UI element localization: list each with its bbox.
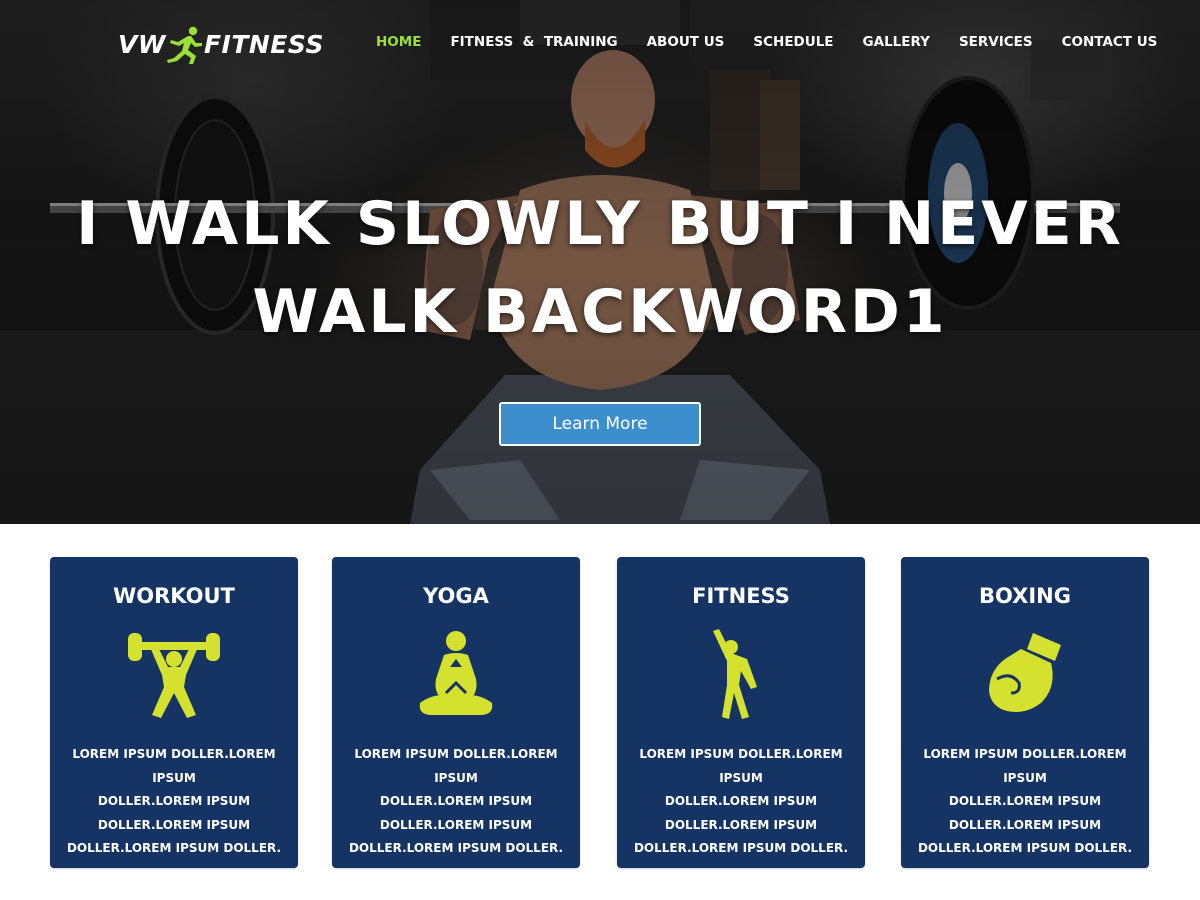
hero-title-line-2: WALK BACKWORD1 [252,277,948,347]
boxing-glove-icon [989,633,1061,712]
card-title: BOXING [979,584,1071,608]
logo-text-fitness: FITNESS [203,29,324,59]
card-text-line: LOREM IPSUM DOLLER.LOREM IPSUM [923,747,1127,785]
nav-gallery[interactable]: GALLERY [863,34,930,50]
nav-contact-us[interactable]: CONTACT US [1062,34,1158,50]
card-description: LOREM IPSUM DOLLER.LOREM IPSUM DOLLER.LO… [56,743,292,861]
nav-fitness-training[interactable]: FITNESS & TRAINING [450,34,617,50]
nav-home[interactable]: HOME [376,34,421,50]
hero-banner: VW FITNESS HOME FITNESS & TRAINING ABOUT… [0,0,1200,524]
card-text-line: DOLLER.LOREM IPSUM [664,794,818,808]
card-text-line: DOLLER.LOREM IPSUM DOLLER. [66,841,282,855]
card-text-line: DOLLER.LOREM IPSUM DOLLER. [633,841,849,855]
card-text-line: DOLLER.LOREM IPSUM [97,794,251,808]
card-text-line: LOREM IPSUM DOLLER.LOREM IPSUM [354,747,558,785]
logo-text-vw: VW [118,29,166,59]
weightlifter-icon [128,633,220,718]
service-card-workout[interactable]: WORKOUT LOREM IPSUM DOLLER.LOREM IPSUM D… [50,557,298,868]
card-text-line: DOLLER.LOREM IPSUM [664,817,818,832]
service-card-yoga[interactable]: YOGA LOREM IPSUM DOLLER.LOREM IPSUM DOLL… [332,557,580,868]
hero-title-line-1: I WALK SLOWLY BUT I NEVER [76,189,1124,259]
card-text-line: DOLLER.LOREM IPSUM [379,794,533,808]
service-card-boxing[interactable]: BOXING LOREM IPSUM DOLLER.LOREM IPSUM DO… [901,557,1149,868]
card-text-line: LOREM IPSUM DOLLER.LOREM IPSUM [639,747,843,785]
nav-services[interactable]: SERVICES [959,34,1033,50]
hero-title: I WALK SLOWLY BUT I NEVER WALK BACKWORD1 [40,180,1160,356]
card-title: FITNESS [692,584,790,608]
card-text-line: LOREM IPSUM DOLLER.LOREM IPSUM [72,747,276,785]
card-description: LOREM IPSUM DOLLER.LOREM IPSUM DOLLER.LO… [338,743,574,861]
learn-more-button[interactable]: Learn More [499,402,701,446]
card-title: WORKOUT [113,584,235,608]
card-title: YOGA [423,584,489,608]
card-text-line: DOLLER.LOREM IPSUM [948,817,1102,832]
yoga-meditation-icon [419,631,493,715]
service-card-fitness[interactable]: FITNESS LOREM IPSUM DOLLER.LOREM IPSUM D… [617,557,865,868]
card-text-line: DOLLER.LOREM IPSUM DOLLER. [917,841,1133,855]
nav-about-us[interactable]: ABOUT US [647,34,725,50]
site-logo[interactable]: VW FITNESS [118,24,324,64]
card-description: LOREM IPSUM DOLLER.LOREM IPSUM DOLLER.LO… [907,743,1143,861]
runner-icon [166,26,202,64]
card-text-line: DOLLER.LOREM IPSUM [97,817,251,832]
stretching-person-icon [713,629,757,719]
main-navigation: HOME FITNESS & TRAINING ABOUT US SCHEDUL… [376,32,1157,52]
card-text-line: DOLLER.LOREM IPSUM DOLLER. [348,841,564,855]
card-description: LOREM IPSUM DOLLER.LOREM IPSUM DOLLER.LO… [623,743,859,861]
nav-schedule[interactable]: SCHEDULE [753,34,833,50]
card-text-line: DOLLER.LOREM IPSUM [379,817,533,832]
card-text-line: DOLLER.LOREM IPSUM [948,794,1102,808]
